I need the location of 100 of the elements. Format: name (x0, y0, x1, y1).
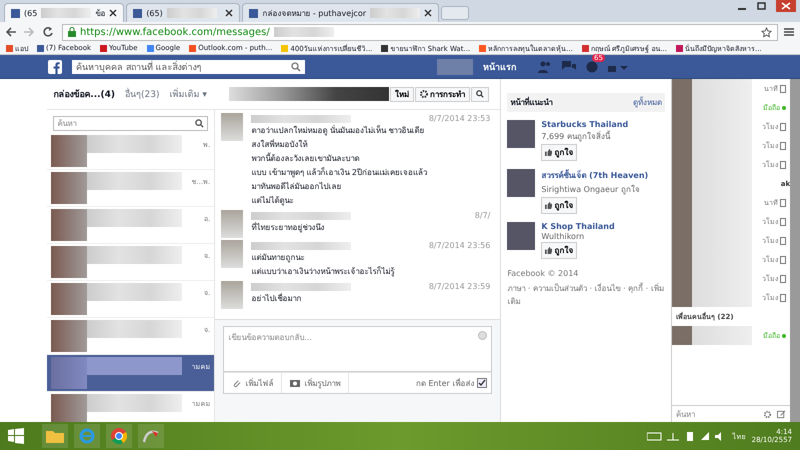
like-button[interactable]: ถูกใจ (541, 144, 578, 161)
search-field[interactable]: ค้นหาบุคคล สถานที่ และสิ่งต่างๆ (72, 60, 305, 74)
browser-tab[interactable]: (65 ข้อ (4, 3, 124, 22)
avatar-placeholder (221, 240, 244, 268)
window-controls-icon[interactable] (736, 0, 796, 12)
thumbs-up-icon (545, 202, 552, 209)
paperclip-icon (232, 378, 242, 388)
phone-icon (780, 84, 786, 92)
message-text: อย่าไปเชื่อมาก (251, 292, 302, 305)
page-name-link[interactable]: K Shop Thailand (541, 222, 615, 231)
page-name-link[interactable]: Starbucks Thailand (541, 120, 628, 129)
see-all-link[interactable]: ดูทั้งหมด (632, 96, 662, 109)
browser-tab[interactable]: (65) (126, 3, 240, 22)
online-dot-icon (782, 106, 786, 110)
blurred-name (692, 288, 752, 307)
home-link[interactable]: หน้าแรก (483, 60, 516, 74)
thumbs-up-icon (545, 247, 552, 254)
avatar-placeholder (51, 209, 88, 241)
app-icon[interactable] (138, 424, 164, 448)
close-icon[interactable] (109, 9, 118, 17)
phone-icon (780, 122, 786, 130)
globe-icon[interactable] (586, 60, 598, 72)
avatar-placeholder (51, 246, 88, 278)
search-field[interactable]: ค้นหา (53, 116, 208, 131)
phone-icon (780, 256, 786, 264)
blurred-title (370, 8, 420, 18)
close-icon[interactable] (424, 9, 432, 17)
message-time: 8/7/2014 23:53 (428, 114, 490, 123)
add-photo-button[interactable]: เพิ่มรูปภาพ (282, 373, 350, 393)
message-text: แต่แบบว่าเอาเงินว่างหน้าพระเจ้าอะไรก็ไม่รู้ (251, 265, 396, 278)
phone-icon (780, 274, 786, 282)
phone-icon (780, 294, 786, 302)
folder-tab[interactable]: กล่องข้อค...(4) (53, 87, 116, 101)
gear-icon (420, 90, 428, 98)
avatar-placeholder (221, 281, 244, 309)
message-text: มาทันพอดีไล่มันออกไปเลย (251, 181, 342, 193)
message-text: แต่ไม่ได้ดูนะ (251, 195, 294, 208)
windows-logo-icon[interactable] (8, 428, 24, 444)
settings-icon[interactable] (763, 410, 772, 418)
blurred-title (41, 8, 92, 18)
phone-icon (780, 142, 786, 150)
avatar-placeholder (672, 326, 692, 345)
like-button[interactable]: ถูกใจ (541, 197, 578, 214)
new-message-button[interactable]: ใหม่ (390, 86, 414, 102)
message-text: แบบ เข้ามาพูดๆ แล้วก็เอาเงิน 2ปีก่อนแม่เคยเจอแล้ว (251, 166, 428, 180)
send-on-enter-checkbox[interactable] (477, 378, 488, 388)
search-icon[interactable] (291, 62, 301, 72)
footer-links[interactable]: ภาษา · ความเป็นส่วนตัว · เงื่อนไข · คุกกี้ · เพิ่มเติม (507, 282, 665, 308)
attach-file-button[interactable]: เพิ่มไฟล์ (224, 373, 282, 393)
section-title: หน้าที่แนะนำ (510, 96, 552, 109)
avatar-placeholder (51, 394, 88, 422)
address-field[interactable]: https://www.facebook.com/messages/ (62, 24, 778, 40)
close-icon[interactable] (225, 9, 234, 17)
star-icon[interactable] (761, 26, 772, 38)
folder-icon[interactable] (42, 424, 68, 448)
avatar-placeholder (221, 113, 244, 141)
scrollbar[interactable] (790, 79, 800, 422)
page-icon (133, 8, 142, 18)
page-likes-text: Sirightiwa Ongaeur ถูกใจ (541, 184, 640, 196)
copyright-text: Facebook © 2014 (507, 269, 580, 278)
page-icon (11, 8, 20, 18)
more-dropdown[interactable]: เพิ่มเติม ▾ (170, 87, 207, 101)
actions-button[interactable]: การกระทำ (414, 86, 470, 102)
message-time: 8/7/2014 23:59 (428, 282, 490, 291)
message-text: ที่ไทยระยาทอยู่ช่วงนึง (251, 221, 326, 234)
message-time: 8/7/ (474, 211, 490, 220)
camera-icon (290, 379, 300, 387)
folder-tab[interactable]: อื่นๆ(23) (125, 87, 160, 101)
blurred-title (166, 8, 217, 18)
message-time: 8/7/2014 23:56 (428, 241, 490, 250)
browser-tab[interactable]: กล่องจดหมาย - puthavejcor (242, 3, 440, 22)
phone-icon (780, 160, 786, 168)
page-name-link[interactable]: สวรรค์ชั้นเจ็ด (7th Heaven) (541, 169, 648, 182)
search-icon[interactable] (195, 119, 204, 128)
thumbs-up-icon (545, 149, 552, 156)
page-photo-placeholder (507, 222, 536, 250)
page-likes-text: Wulthikorn (541, 232, 584, 241)
avatar-placeholder (51, 320, 88, 352)
avatar-placeholder (51, 135, 88, 167)
page-photo-placeholder (507, 120, 536, 148)
compose-icon[interactable] (777, 410, 786, 418)
phone-icon (780, 236, 786, 244)
message-text: สงใสพี่หมอบังให้ (251, 138, 308, 151)
avatar-placeholder (672, 79, 692, 98)
message-text: พวกนี้ต้องละวังเลยเขามันละบาด (251, 152, 360, 165)
page-photo-placeholder (507, 169, 536, 197)
message-text: แต่มันทายถูกนะ (251, 252, 306, 264)
search-icon (476, 90, 484, 98)
search-button[interactable] (470, 86, 489, 102)
like-button[interactable]: ถูกใจ (541, 242, 578, 259)
chrome-icon[interactable] (106, 424, 132, 448)
phone-icon (780, 218, 786, 226)
blurred-name (692, 326, 752, 345)
reply-field[interactable]: เขียนข้อความตอบกลับ... (223, 326, 492, 372)
page-icon (249, 8, 258, 18)
press-enter-label: กด Enter เพื่อส่ง (416, 377, 474, 390)
blurred-url (274, 27, 334, 37)
page-likes-text: 7,699 คนถูกใจสิ่งนี้ (541, 130, 610, 143)
menu-icon[interactable] (784, 27, 794, 37)
facebook-logo-icon[interactable] (48, 60, 62, 74)
